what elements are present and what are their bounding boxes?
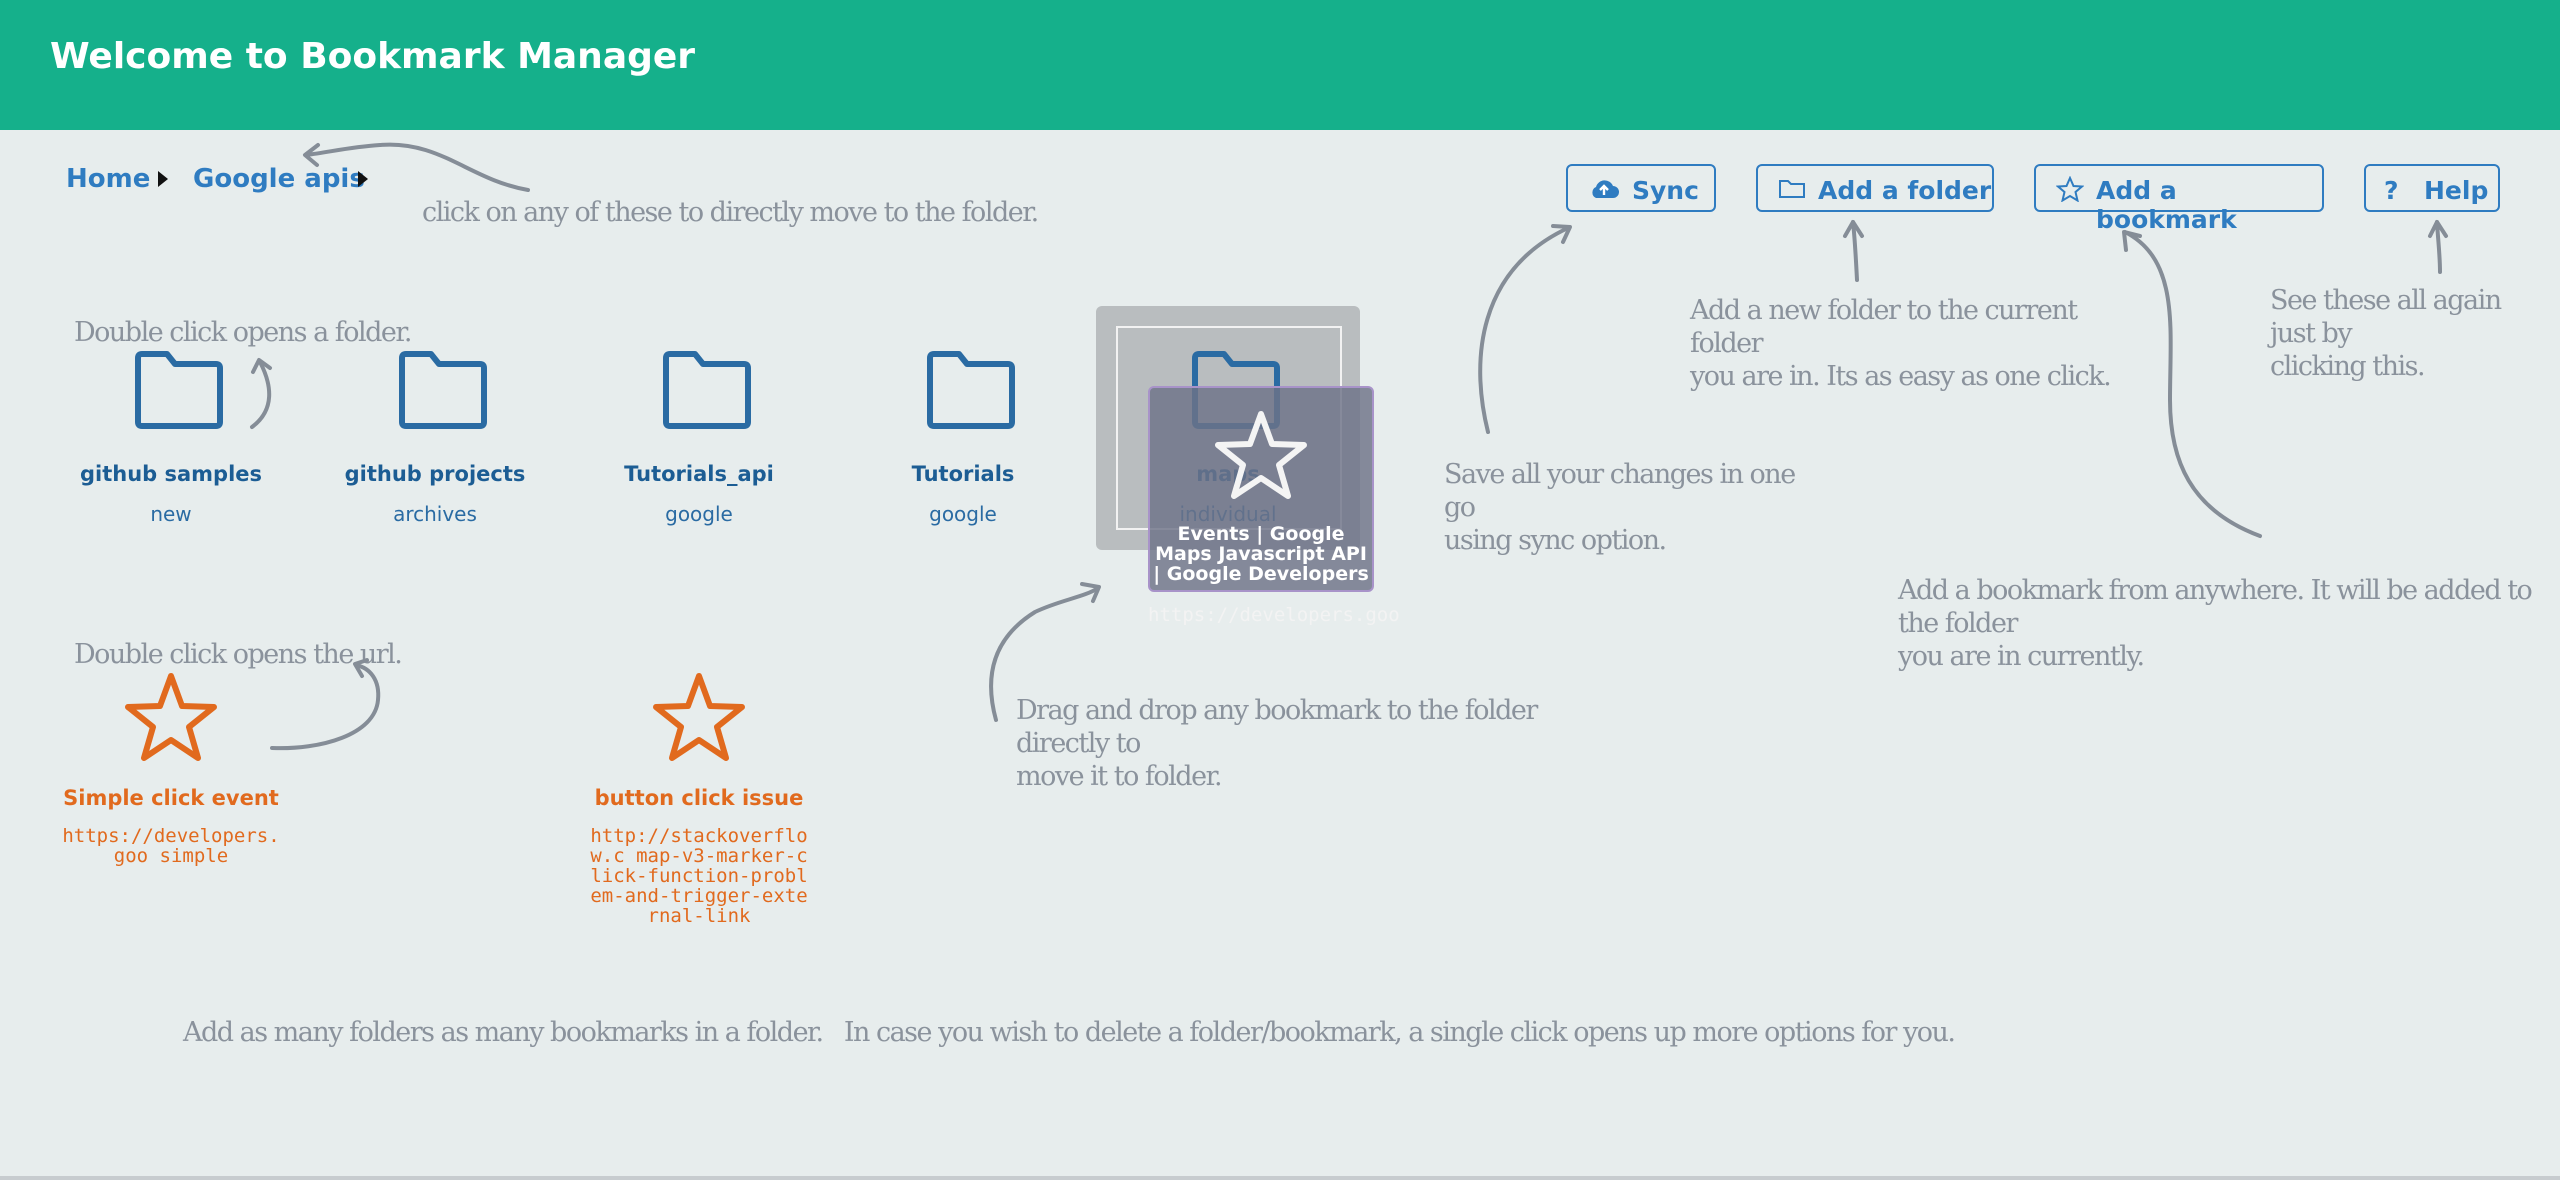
annotation-arrows [250,142,2448,751]
bottom-border [0,1176,2560,1180]
